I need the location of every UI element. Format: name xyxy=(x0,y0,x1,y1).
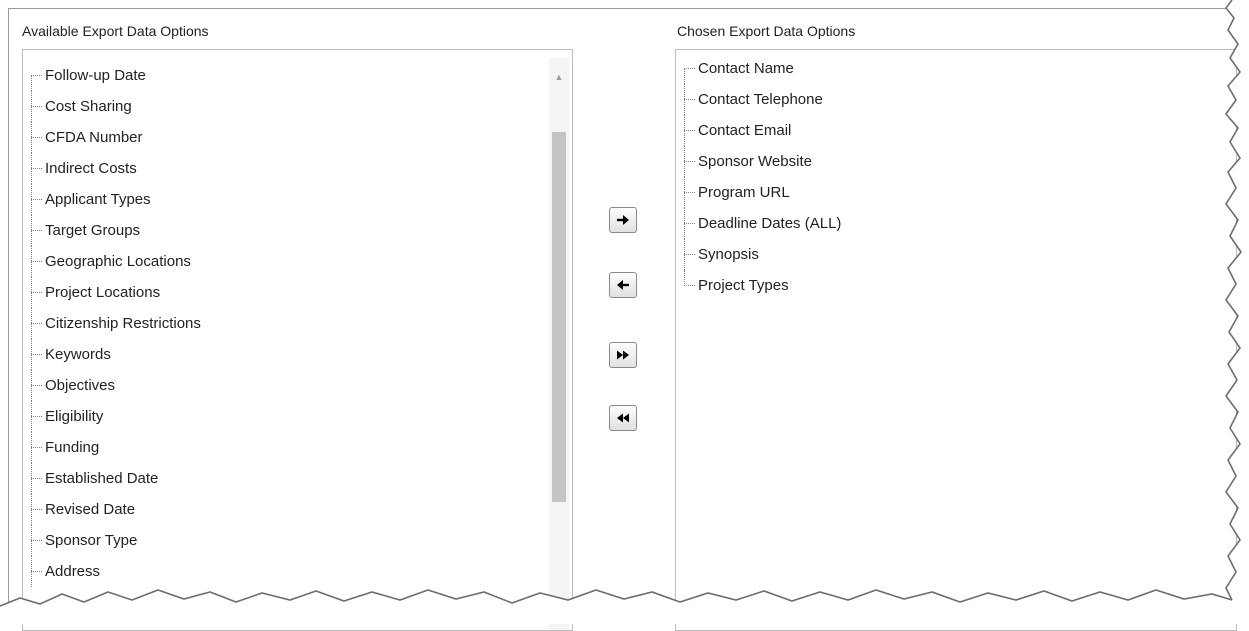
available-option-item[interactable]: Citizenship Restrictions xyxy=(31,308,201,339)
chosen-option-item[interactable]: Program URL xyxy=(684,177,841,208)
add-selected-button[interactable] xyxy=(609,207,637,233)
available-option-item[interactable]: Funding xyxy=(31,432,201,463)
chosen-option-item[interactable]: Project Types xyxy=(684,270,841,301)
scroll-down-icon[interactable]: ▼ xyxy=(549,592,569,610)
double-arrow-right-icon xyxy=(617,350,629,360)
available-option-item[interactable]: Indirect Costs xyxy=(31,153,201,184)
remove-selected-button[interactable] xyxy=(609,272,637,298)
chosen-option-item[interactable]: Contact Email xyxy=(684,115,841,146)
chosen-options-list[interactable]: Contact Name Contact Telephone Contact Ema… xyxy=(675,49,1237,631)
available-option-item[interactable]: Address xyxy=(31,556,201,587)
double-arrow-left-icon xyxy=(617,413,629,423)
scroll-thumb[interactable] xyxy=(552,132,566,502)
available-option-item[interactable]: Eligibility xyxy=(31,401,201,432)
available-option-item[interactable]: Sponsor Type xyxy=(31,525,201,556)
available-options-list[interactable]: Follow-up Date Cost Sharing CFDA Number Ind… xyxy=(22,49,573,631)
available-option-item[interactable]: Established Date xyxy=(31,463,201,494)
available-option-item[interactable]: Project Locations xyxy=(31,277,201,308)
chosen-options-tree: Contact Name Contact Telephone Contact Ema… xyxy=(684,53,841,301)
chosen-option-item[interactable]: Contact Telephone xyxy=(684,84,841,115)
available-option-item[interactable]: Keywords xyxy=(31,339,201,370)
available-option-item[interactable]: Cost Sharing xyxy=(31,91,201,122)
scroll-up-icon[interactable]: ▲ xyxy=(549,68,569,86)
add-all-button[interactable] xyxy=(609,342,637,368)
available-option-item[interactable]: Follow-up Date xyxy=(31,60,201,91)
available-option-item[interactable]: Target Groups xyxy=(31,215,201,246)
available-list-scrollbar[interactable]: ▲ ▼ xyxy=(549,58,569,630)
available-options-label: Available Export Data Options xyxy=(22,23,209,39)
available-options-tree: Follow-up Date Cost Sharing CFDA Number Ind… xyxy=(31,60,201,587)
available-option-item[interactable]: CFDA Number xyxy=(31,122,201,153)
chosen-option-item[interactable]: Synopsis xyxy=(684,239,841,270)
chosen-options-label: Chosen Export Data Options xyxy=(677,23,856,39)
chosen-option-item[interactable]: Deadline Dates (ALL) xyxy=(684,208,841,239)
chosen-option-item[interactable]: Contact Name xyxy=(684,53,841,84)
available-option-item[interactable]: Objectives xyxy=(31,370,201,401)
remove-all-button[interactable] xyxy=(609,405,637,431)
available-option-item[interactable]: Revised Date xyxy=(31,494,201,525)
arrow-right-icon xyxy=(617,215,629,225)
arrow-left-icon xyxy=(617,280,629,290)
available-option-item[interactable]: Geographic Locations xyxy=(31,246,201,277)
export-options-panel: Available Export Data Options Follow-up … xyxy=(8,8,1237,631)
chosen-option-item[interactable]: Sponsor Website xyxy=(684,146,841,177)
available-option-item[interactable]: Applicant Types xyxy=(31,184,201,215)
